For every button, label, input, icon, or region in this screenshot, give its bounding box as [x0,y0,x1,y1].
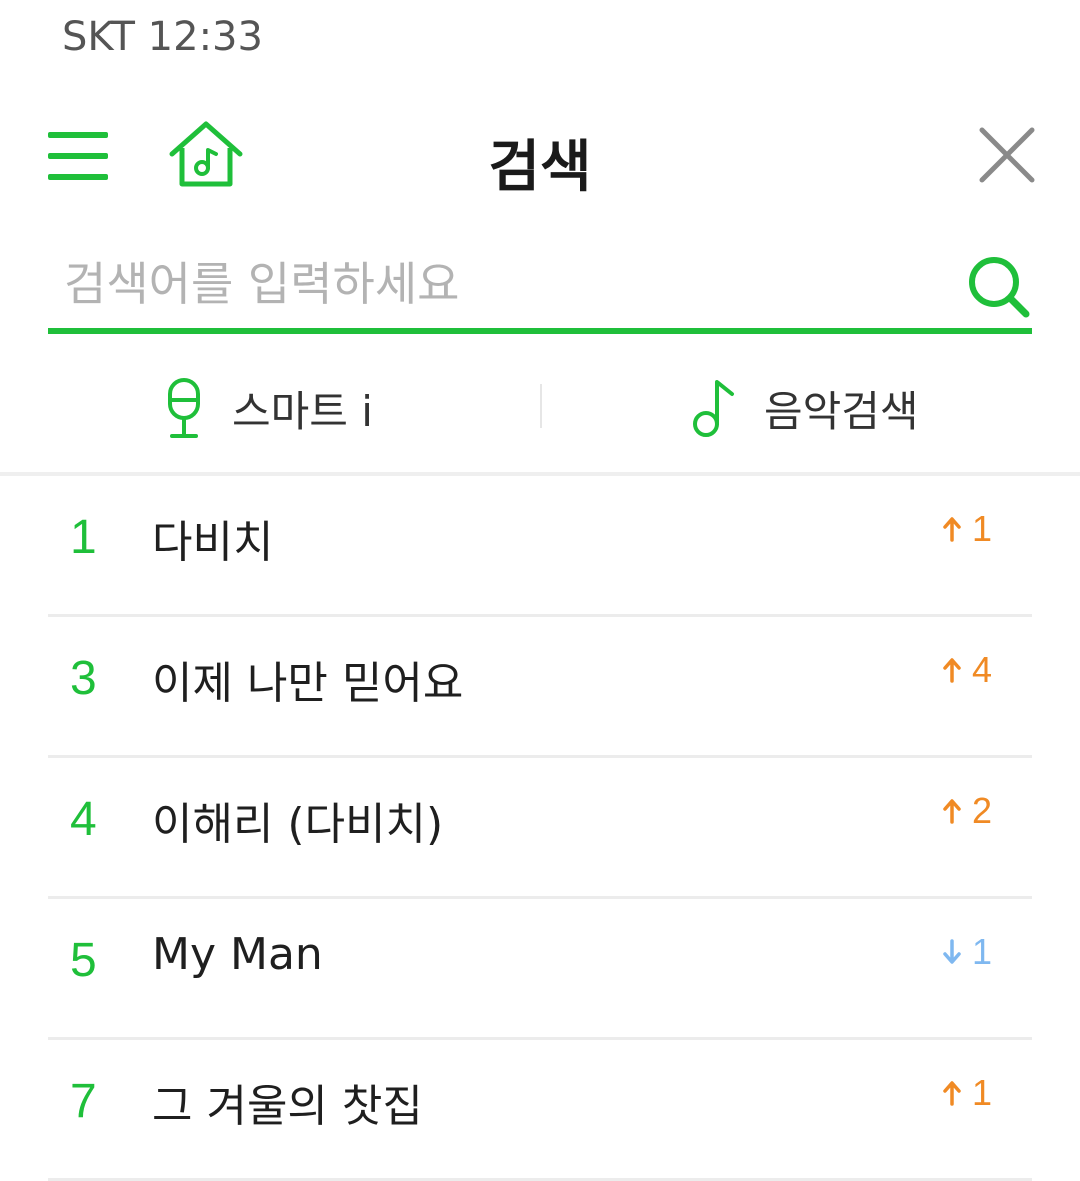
list-item[interactable]: 1 다비치 1 [48,476,1032,617]
arrow-up-icon [943,658,961,683]
carrier-label: SKT [62,14,135,60]
list-item[interactable]: 3 이제 나만 믿어요 4 [48,617,1032,758]
status-bar: SKT 12:33 [0,0,1080,80]
microphone-icon [168,378,200,438]
rank-change-value: 1 [971,1072,992,1113]
search-box [48,240,1032,336]
rank-change-value: 1 [971,931,992,972]
rank-change: 1 [942,931,992,973]
arrow-down-icon [943,939,961,964]
rank-change-value: 2 [971,790,992,831]
arrow-up-icon [943,799,961,824]
close-icon[interactable] [978,126,1036,184]
rank-number: 3 [70,652,97,705]
rank-number: 5 [70,934,97,987]
search-mode-bar: 스마트 i 음악검색 [0,360,1080,472]
search-input[interactable] [48,240,948,328]
arrow-up-icon [943,1081,961,1106]
rank-keyword: 이제 나만 믿어요 [152,658,464,709]
rank-keyword: 이해리 (다비치) [152,799,444,850]
popular-search-list: 1 다비치 1 3 이제 나만 믿어요 4 4 이해리 (다비치) 2 5 My… [48,476,1032,1181]
page-title: 검색 [488,135,592,200]
rank-number: 1 [70,511,97,564]
mode-divider [540,384,542,428]
rank-number: 7 [70,1075,97,1128]
rank-keyword: 그 겨울의 찻집 [152,1081,423,1132]
clock-time: 12:33 [147,14,263,60]
rank-change: 4 [942,649,992,691]
rank-keyword: 다비치 [152,517,274,568]
status-text: SKT 12:33 [62,14,263,60]
rank-keyword: My Man [152,929,323,980]
rank-change: 1 [942,508,992,550]
list-item[interactable]: 4 이해리 (다비치) 2 [48,758,1032,899]
music-search-label: 음악검색 [764,386,919,436]
rank-change-value: 4 [971,649,992,690]
hamburger-menu-icon[interactable] [48,130,108,182]
list-item[interactable]: 7 그 겨울의 찻집 1 [48,1040,1032,1181]
list-item[interactable]: 5 My Man 1 [48,899,1032,1040]
app-header: 검색 [0,100,1080,220]
music-home-icon[interactable] [168,120,244,190]
arrow-up-icon [943,517,961,542]
smart-i-button[interactable]: 스마트 i [164,376,373,440]
search-underline [48,328,1032,334]
music-note-icon [693,380,734,437]
smart-i-label: 스마트 i [232,386,373,436]
rank-change: 2 [942,790,992,832]
rank-change: 1 [942,1072,992,1114]
search-icon[interactable] [966,254,1032,320]
rank-number: 4 [70,793,97,846]
music-search-button[interactable]: 음악검색 [692,376,919,440]
rank-change-value: 1 [971,508,992,549]
